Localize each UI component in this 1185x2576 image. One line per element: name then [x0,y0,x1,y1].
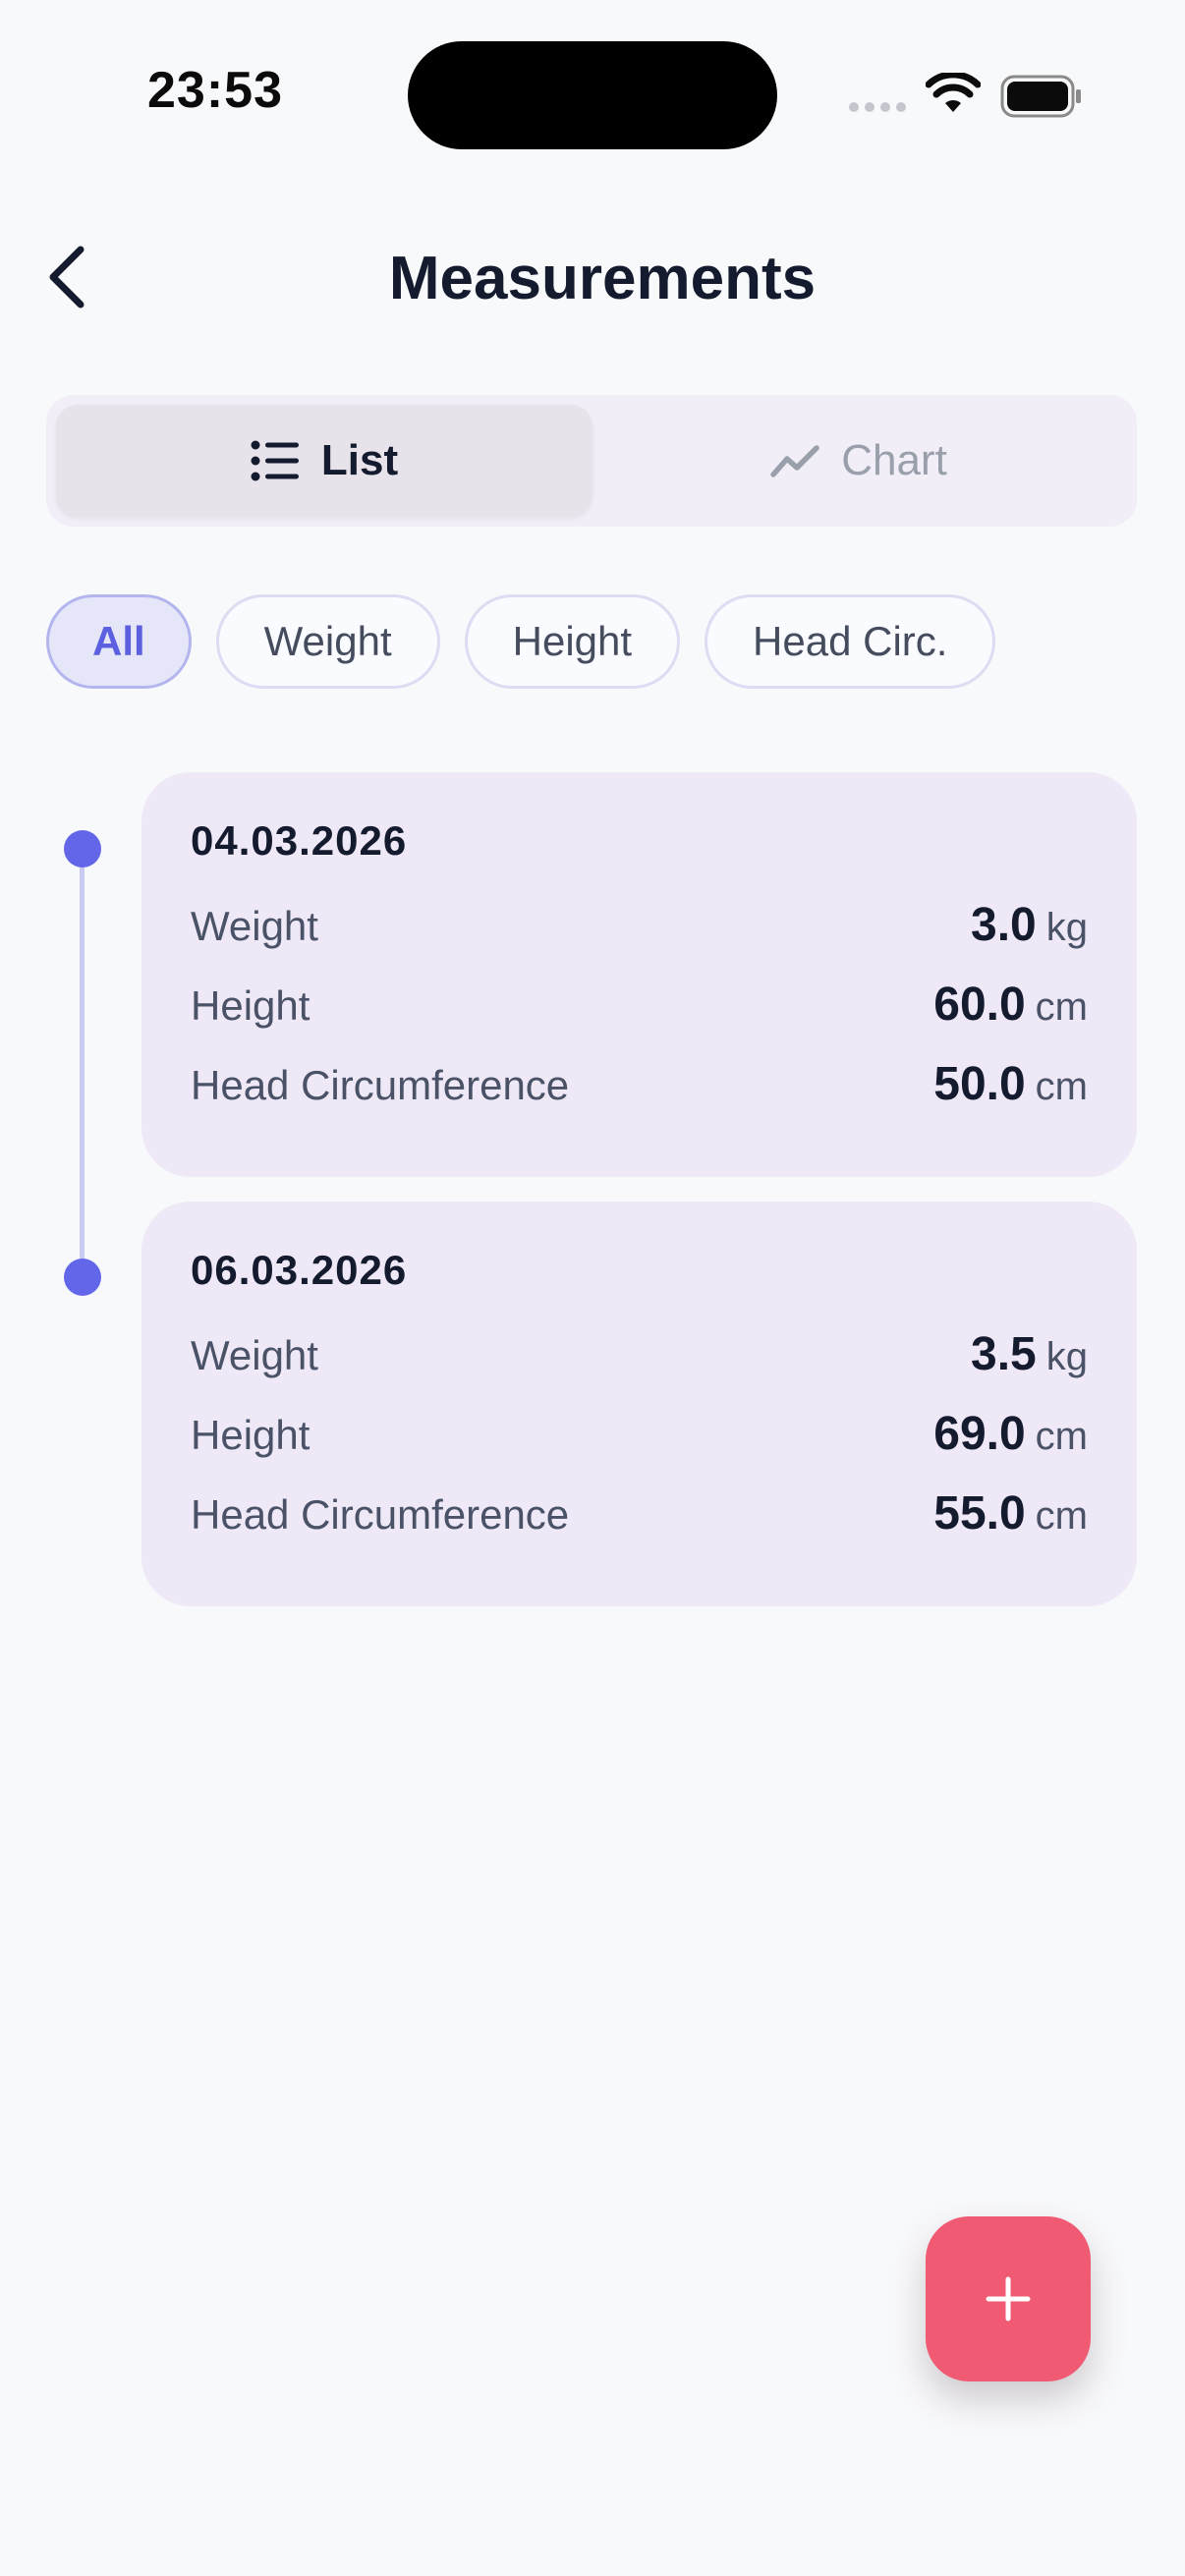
view-toggle: List Chart [46,395,1137,527]
row-value: 55.0 [933,1487,1026,1540]
list-view-label: List [320,436,399,484]
row-unit: cm [1035,1415,1088,1458]
timeline-line [80,847,85,1277]
chart-line-icon [770,445,819,477]
measurements-screen: 23:53 Measurements List Chart All Weight… [0,0,1185,2576]
measurement-row-head-circumference: Head Circumference 50.0 cm [191,1057,1088,1137]
row-label: Head Circumference [191,1062,570,1108]
row-label: Height [191,982,310,1029]
row-label: Weight [191,903,318,949]
timeline-dot [64,830,101,868]
measurement-date: 04.03.2026 [191,817,408,864]
dynamic-island [408,41,777,149]
filter-chip-weight[interactable]: Weight [215,594,440,689]
list-view-button[interactable]: List [56,405,592,517]
measurement-row-head-circumference: Head Circumference 55.0 cm [191,1486,1088,1566]
measurement-card[interactable]: 06.03.2026 Weight 3.5 kg Height 69.0 cm … [141,1202,1137,1606]
timeline-dot [64,1259,101,1296]
row-value: 60.0 [933,979,1026,1031]
measurement-row-weight: Weight 3.5 kg [191,1327,1088,1407]
row-value: 3.0 [971,899,1037,951]
page-title: Measurements [388,245,817,312]
chart-view-label: Chart [841,436,947,484]
row-unit: kg [1045,1335,1088,1378]
row-unit: cm [1035,985,1088,1029]
measurement-date: 06.03.2026 [191,1247,408,1293]
add-measurement-button[interactable] [926,2216,1091,2381]
chart-view-button[interactable]: Chart [591,405,1127,517]
row-label: Height [191,1412,310,1458]
filter-chips: All Weight Height Head Circ. [46,594,996,689]
filter-chip-head-circ[interactable]: Head Circ. [705,594,996,689]
row-value: 69.0 [933,1408,1026,1460]
plus-icon [986,2276,1031,2322]
row-label: Head Circumference [191,1491,570,1538]
filter-chip-all[interactable]: All [46,594,192,689]
cellular-signal-icon [849,102,906,112]
row-unit: cm [1035,1065,1088,1108]
filter-chip-height[interactable]: Height [464,594,681,689]
row-value: 3.5 [971,1328,1037,1380]
wifi-icon [926,73,981,112]
row-unit: cm [1035,1494,1088,1538]
row-unit: kg [1045,906,1088,949]
measurement-card[interactable]: 04.03.2026 Weight 3.0 kg Height 60.0 cm … [141,772,1137,1177]
measurement-row-height: Height 69.0 cm [191,1407,1088,1486]
row-label: Weight [191,1332,318,1378]
measurement-row-weight: Weight 3.0 kg [191,898,1088,978]
status-time: 23:53 [147,62,283,119]
measurement-row-height: Height 60.0 cm [191,978,1088,1057]
row-value: 50.0 [933,1058,1026,1110]
list-icon [251,440,299,481]
battery-icon [1000,75,1081,118]
